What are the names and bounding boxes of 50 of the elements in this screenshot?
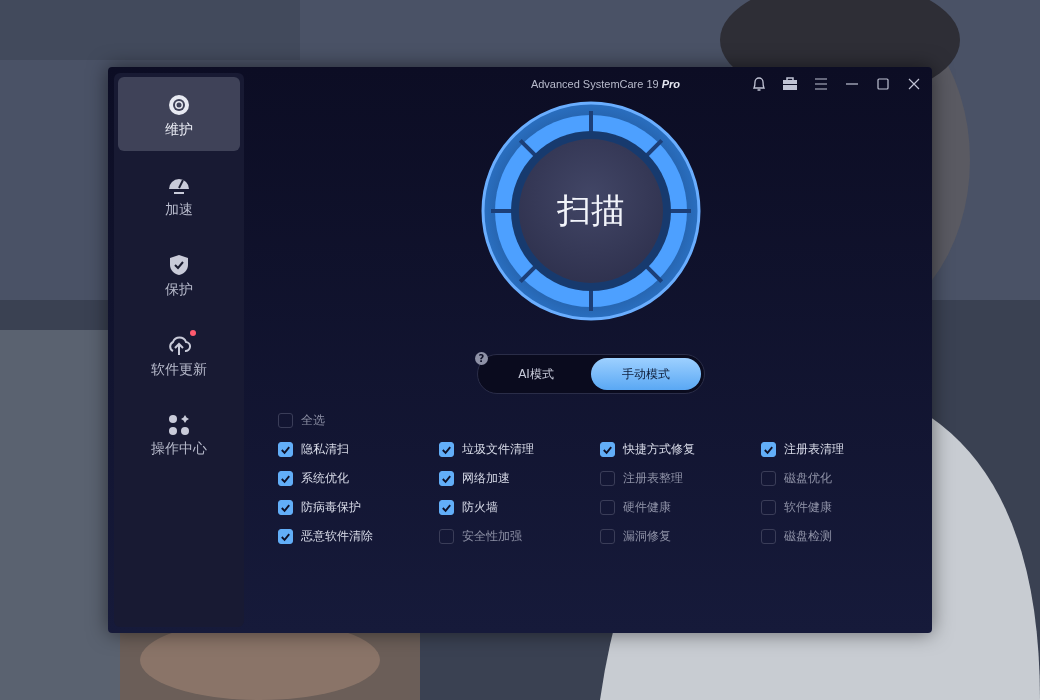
menu-icon[interactable]	[813, 76, 829, 92]
checkbox-label: 系统优化	[301, 470, 349, 487]
checkbox-label: 注册表清理	[784, 441, 844, 458]
checkbox-label: 垃圾文件清理	[462, 441, 534, 458]
checkbox[interactable]	[439, 471, 454, 486]
sidebar-item[interactable]: 维护	[118, 77, 240, 151]
sidebar-item[interactable]: 加速	[118, 157, 240, 231]
checkbox[interactable]	[761, 471, 776, 486]
checkbox[interactable]	[600, 471, 615, 486]
apps-icon	[168, 414, 190, 436]
toolbox-icon[interactable]	[782, 76, 798, 92]
window-title: Advanced SystemCare 19 Pro	[529, 78, 682, 90]
checkbox[interactable]	[278, 500, 293, 515]
checkbox[interactable]	[761, 500, 776, 515]
checkbox[interactable]	[761, 529, 776, 544]
checkbox-label: 软件健康	[784, 499, 832, 516]
checkbox-label: 磁盘检测	[784, 528, 832, 545]
checkbox[interactable]	[761, 442, 776, 457]
checkbox[interactable]	[600, 442, 615, 457]
shield-icon	[167, 253, 191, 277]
checkbox-label: 安全性加强	[462, 528, 522, 545]
checkbox[interactable]	[439, 442, 454, 457]
checkbox-label: 注册表整理	[623, 470, 683, 487]
aperture-icon	[167, 93, 191, 117]
checkbox[interactable]	[439, 500, 454, 515]
checkbox[interactable]	[278, 471, 293, 486]
checkbox[interactable]	[278, 529, 293, 544]
checkbox[interactable]	[439, 529, 454, 544]
checkbox-label: 恶意软件清除	[301, 528, 373, 545]
mode-tab[interactable]: 手动模式	[591, 358, 701, 390]
checkbox-label: 防火墙	[462, 499, 498, 516]
checkbox-label: 全选	[301, 412, 325, 429]
checkbox-label: 漏洞修复	[623, 528, 671, 545]
checkbox-label: 防病毒保护	[301, 499, 361, 516]
sidebar-item[interactable]: 保护	[118, 237, 240, 311]
checkbox-label: 隐私清扫	[301, 441, 349, 458]
checkbox[interactable]	[278, 442, 293, 457]
checkbox-label: 快捷方式修复	[623, 441, 695, 458]
checkbox[interactable]	[600, 529, 615, 544]
help-icon[interactable]: ?	[475, 352, 488, 365]
sidebar-item[interactable]: 操作中心	[118, 397, 240, 471]
sidebar-item[interactable]: 软件更新	[118, 317, 240, 391]
checkbox[interactable]	[600, 500, 615, 515]
close-icon[interactable]	[906, 76, 922, 92]
maximize-icon[interactable]	[875, 76, 891, 92]
checkbox-label: 网络加速	[462, 470, 510, 487]
checkbox[interactable]	[278, 413, 293, 428]
checkbox-label: 磁盘优化	[784, 470, 832, 487]
bell-icon[interactable]	[751, 76, 767, 92]
checkbox-label: 硬件健康	[623, 499, 671, 516]
